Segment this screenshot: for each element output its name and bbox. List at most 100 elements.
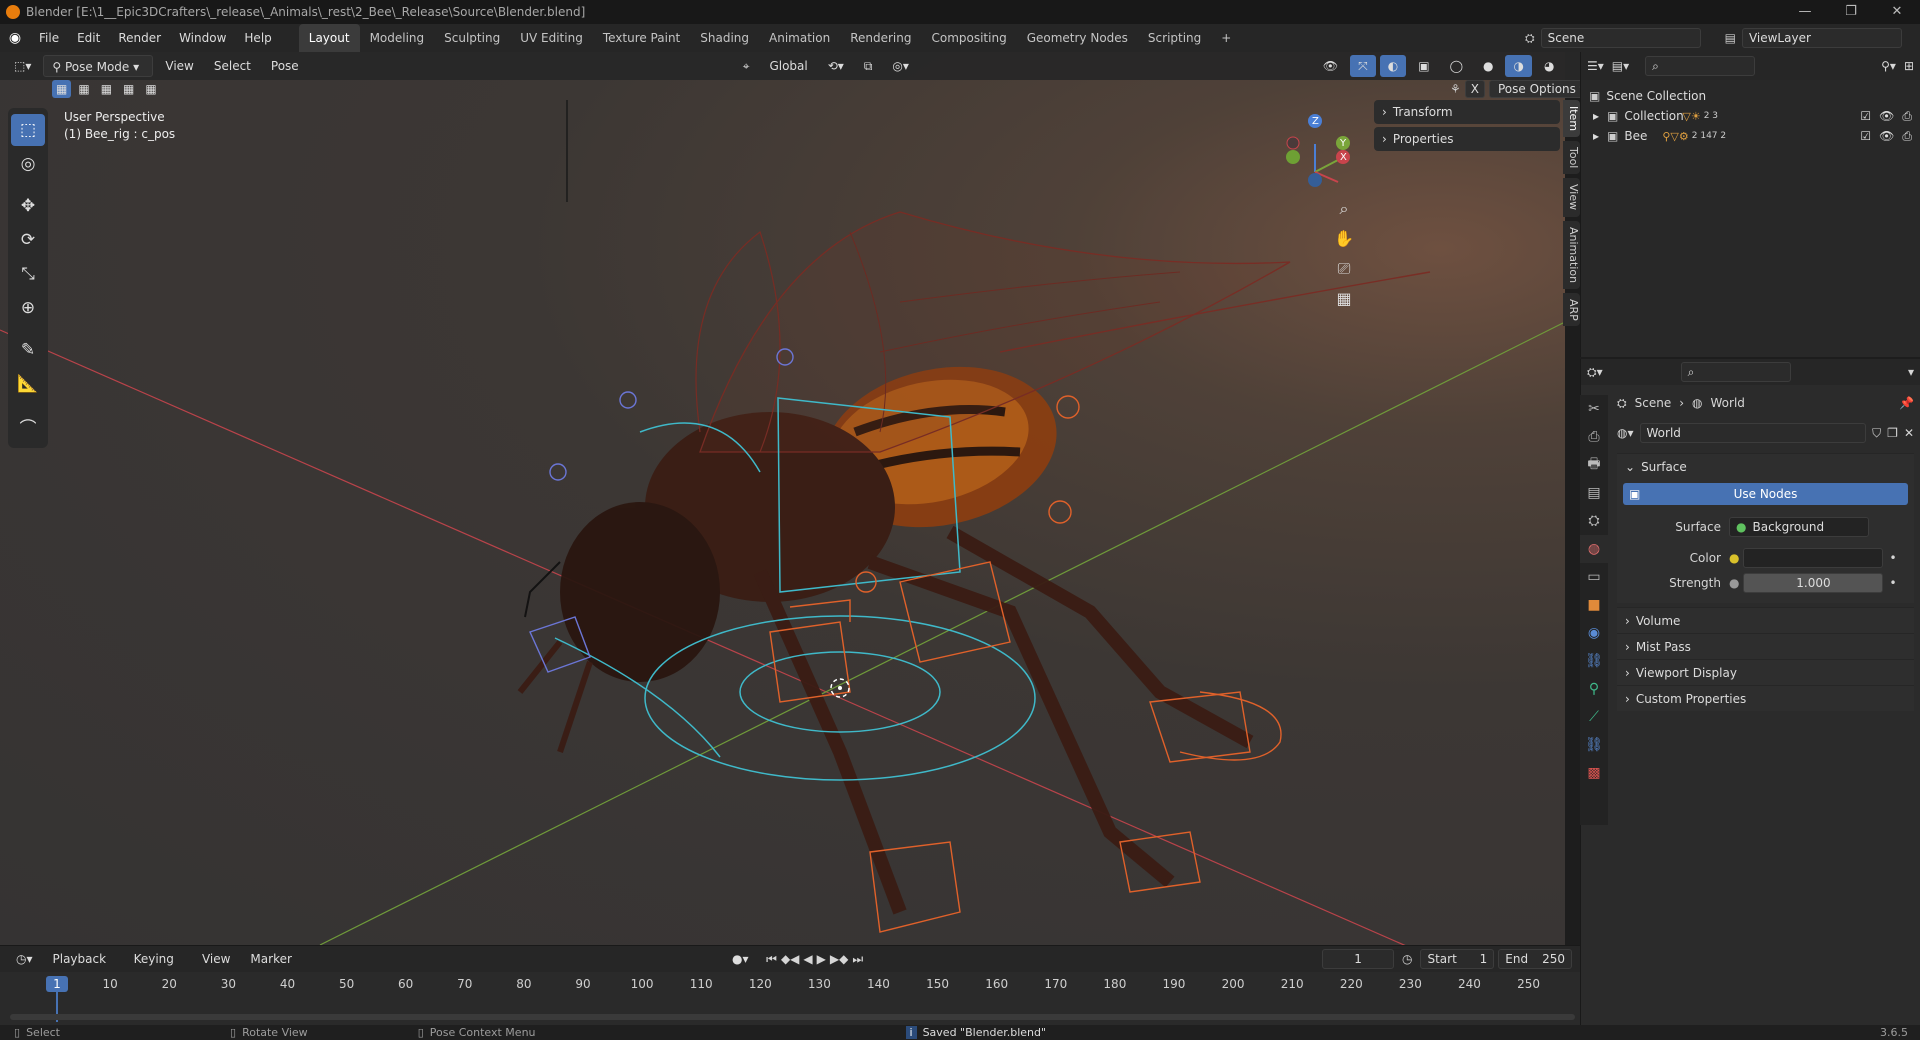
snap-icon[interactable]: ⧉ <box>856 55 881 77</box>
tab-item[interactable]: Item <box>1563 100 1580 138</box>
menu-view[interactable]: View <box>157 55 201 77</box>
menu-help[interactable]: Help <box>235 24 280 52</box>
prev-keyframe-icon[interactable]: ◆◀ <box>781 952 799 966</box>
render-camera-icon[interactable]: ⎙ <box>1902 129 1912 144</box>
tree-row-collection[interactable]: ▸ ▣ Collection ▽☀ 2 3 ☑ 👁 ⎙ <box>1589 106 1912 126</box>
exclude-checkbox[interactable]: ☑ <box>1860 129 1871 144</box>
filter-icon[interactable]: ⚲▾ <box>1881 59 1896 73</box>
display-mode-icon[interactable]: ▤▾ <box>1612 59 1629 73</box>
properties-editor-icon[interactable]: ⛭▾ <box>1587 365 1603 380</box>
menu-edit[interactable]: Edit <box>68 24 109 52</box>
render-camera-icon[interactable]: ⎙ <box>1902 109 1912 124</box>
editor-type-icon[interactable]: ⬚▾ <box>6 55 39 77</box>
menu-render[interactable]: Render <box>109 24 170 52</box>
viewport-display-panel[interactable]: › Viewport Display <box>1617 659 1914 685</box>
menu-timeline-view[interactable]: View <box>194 948 238 970</box>
overlay-toggle-icon[interactable]: ◐ <box>1379 55 1407 77</box>
tab-shading[interactable]: Shading <box>690 24 759 52</box>
tab-compositing[interactable]: Compositing <box>921 24 1016 52</box>
relax-pose-tool-icon[interactable]: ⌒ <box>11 410 45 442</box>
camera-view-icon[interactable]: ⎚ <box>1331 254 1357 284</box>
menu-file[interactable]: File <box>30 24 68 52</box>
rotate-tool-icon[interactable]: ⟳ <box>11 224 45 256</box>
duplicate-icon[interactable]: ❐ <box>1887 426 1898 440</box>
menu-window[interactable]: Window <box>170 24 235 52</box>
tab-layout[interactable]: Layout <box>298 24 360 52</box>
object-tab-icon[interactable]: ■ <box>1580 591 1608 619</box>
3d-viewport[interactable]: Z Y X ⌕ ✋ ⎚ ▦ User Perspective (1) Bee_r… <box>0 52 1565 945</box>
expand-arrow-icon[interactable]: ▸ <box>1593 109 1599 123</box>
physics-tab-icon[interactable]: ◉ <box>1580 619 1608 647</box>
scale-tool-icon[interactable]: ⤡ <box>11 258 45 290</box>
surface-panel[interactable]: ⌄ Surface <box>1617 453 1914 479</box>
x-mirror-toggle[interactable]: X <box>1464 80 1485 98</box>
custom-properties-panel[interactable]: › Custom Properties <box>1617 685 1914 711</box>
pivot-icon[interactable]: ⟲▾ <box>820 55 852 77</box>
select-new-icon[interactable]: ▦ <box>52 80 72 98</box>
select-box-tool-icon[interactable]: ⬚ <box>11 114 45 146</box>
measure-tool-icon[interactable]: 📐 <box>11 368 45 400</box>
menu-playback[interactable]: Playback ▾ <box>45 948 122 988</box>
transform-orientation[interactable]: Global <box>761 55 815 77</box>
keyframe-dot-icon[interactable]: • <box>1889 551 1896 565</box>
options-chevron-icon[interactable]: ▾ <box>1908 365 1914 379</box>
jump-start-icon[interactable]: ⏮ <box>766 952 777 967</box>
timeline-ruler[interactable]: 1 10 20 30 40 50 60 70 80 90 100 110 120 130 140 150 160… <box>0 972 1580 1026</box>
tab-modeling[interactable]: Modeling <box>360 24 435 52</box>
pose-options-button[interactable]: Pose Options ▾ <box>1489 80 1595 98</box>
bone-tab-icon[interactable]: ⟋ <box>1580 703 1608 731</box>
xray-icon[interactable]: ▣ <box>1410 55 1437 77</box>
properties-section[interactable]: › Properties <box>1374 127 1560 151</box>
ortho-grid-icon[interactable]: ▦ <box>1331 284 1357 314</box>
transform-tool-icon[interactable]: ⊕ <box>11 292 45 324</box>
proportional-icon[interactable]: ◎▾ <box>884 55 917 77</box>
shading-rendered-icon[interactable]: ◕ <box>1536 55 1562 77</box>
close-icon[interactable]: ✕ <box>1874 0 1920 24</box>
play-icon[interactable]: ▶ <box>817 952 826 966</box>
tool-tab-icon[interactable]: ✂ <box>1580 395 1608 423</box>
eye-icon[interactable]: 👁 <box>1879 129 1894 144</box>
pin-icon[interactable]: 📌 <box>1899 396 1914 410</box>
menu-select[interactable]: Select <box>206 55 259 77</box>
select-subtract-icon[interactable]: ▦ <box>97 80 116 98</box>
zoom-icon[interactable]: ⌕ <box>1331 194 1357 224</box>
gizmo-toggle-icon[interactable]: ⤧ <box>1350 55 1376 77</box>
annotate-tool-icon[interactable]: ✎ <box>11 334 45 366</box>
stopwatch-icon[interactable]: ◷ <box>1402 952 1412 966</box>
tab-texture-paint[interactable]: Texture Paint <box>593 24 690 52</box>
record-icon[interactable]: ●▾ <box>732 952 749 966</box>
color-swatch[interactable] <box>1743 548 1884 568</box>
transform-section[interactable]: › Transform <box>1374 100 1560 124</box>
menu-marker[interactable]: Marker <box>242 948 299 970</box>
tab-arp[interactable]: ARP <box>1563 292 1580 327</box>
eye-icon[interactable]: 👁 <box>1879 109 1894 124</box>
world-datablock[interactable]: World <box>1639 423 1867 443</box>
tab-geometry-nodes[interactable]: Geometry Nodes <box>1017 24 1138 52</box>
start-frame-input[interactable]: Start 1 <box>1420 949 1495 969</box>
menu-pose[interactable]: Pose <box>263 55 307 77</box>
new-collection-icon[interactable]: ⊞ <box>1904 59 1914 73</box>
surface-shader-selector[interactable]: ● Background <box>1729 517 1869 537</box>
bone-constraint-tab-icon[interactable]: ⛓ <box>1580 731 1608 759</box>
outliner-editor-icon[interactable]: ☰▾ <box>1587 59 1604 73</box>
texture-tab-icon[interactable]: ▩ <box>1580 759 1608 787</box>
exclude-checkbox[interactable]: ☑ <box>1860 109 1871 124</box>
shading-solid-icon[interactable]: ● <box>1475 55 1501 77</box>
render-tab-icon[interactable]: ⎙ <box>1580 423 1608 451</box>
use-nodes-button[interactable]: ▣ Use Nodes <box>1623 483 1908 505</box>
tab-uv-editing[interactable]: UV Editing <box>510 24 593 52</box>
outliner-search-input[interactable]: ⌕ <box>1645 56 1756 76</box>
tab-sculpting[interactable]: Sculpting <box>434 24 510 52</box>
tree-row-scene-collection[interactable]: ▣ Scene Collection <box>1589 86 1912 106</box>
restore-icon[interactable]: ❐ <box>1828 0 1874 24</box>
world-tab-icon[interactable]: ◍ <box>1580 535 1608 563</box>
move-tool-icon[interactable]: ✥ <box>11 190 45 222</box>
view-layer-tab-icon[interactable]: ▤ <box>1580 479 1608 507</box>
select-extend-icon[interactable]: ▦ <box>74 80 93 98</box>
mode-selector[interactable]: ⚲ Pose Mode ▾ <box>43 55 154 77</box>
select-invert-icon[interactable]: ▦ <box>119 80 138 98</box>
blender-menu-icon[interactable]: ◉ <box>0 30 30 46</box>
armature-tab-icon[interactable]: ⚲ <box>1580 675 1608 703</box>
timeline-scrollbar[interactable] <box>10 1014 1575 1020</box>
tab-scripting[interactable]: Scripting <box>1138 24 1211 52</box>
